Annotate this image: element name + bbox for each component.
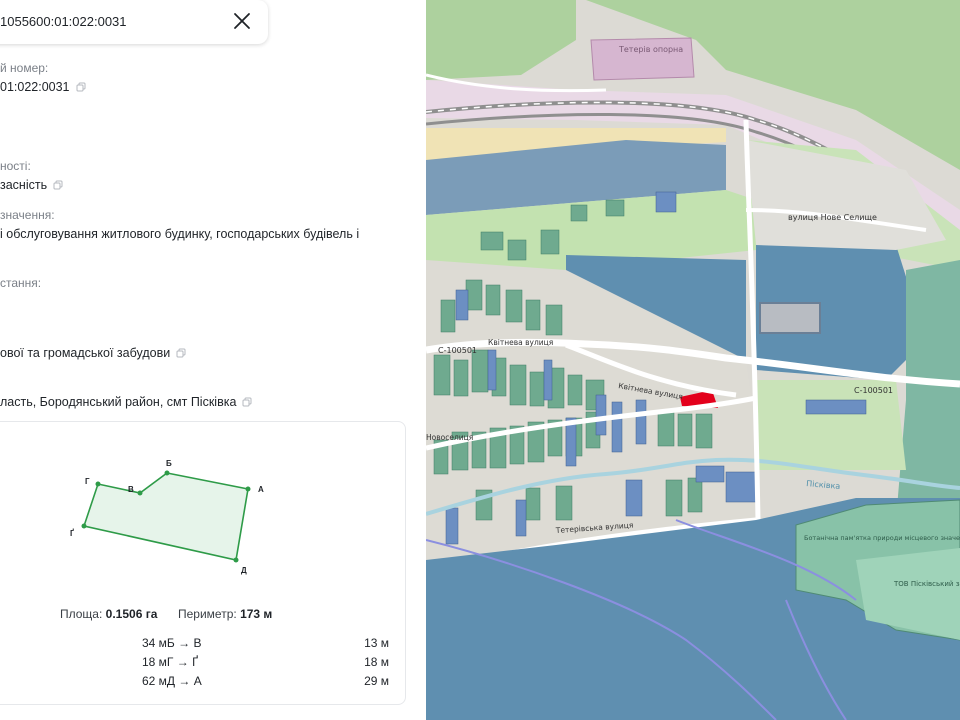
edge-length: 29 м bbox=[364, 674, 389, 688]
parcel-shape-diagram: Б Г В А Ґ Д bbox=[70, 459, 264, 575]
company-label: ТОВ Пісківський завод скла bbox=[893, 580, 960, 588]
area-label: Площа: bbox=[60, 607, 103, 621]
edge-length: 18 м bbox=[364, 655, 389, 669]
street-label: вулиця Нове Селище bbox=[788, 213, 877, 222]
road-code-label: С-100501 bbox=[438, 346, 477, 355]
vertex-label-b: Б bbox=[166, 459, 172, 468]
road-code-label: С-100501 bbox=[854, 386, 893, 395]
vertex-label-gg: Ґ bbox=[70, 529, 74, 538]
church-building bbox=[759, 302, 821, 334]
substation-label: Тетерів опорна bbox=[618, 45, 683, 54]
area-stat: Площа: 0.1506 га bbox=[60, 607, 157, 621]
vertex-label-g: Г bbox=[85, 477, 90, 486]
vertex-label-v: В bbox=[128, 485, 134, 494]
parcel-info-panel: 1055600:01:022:0031 й номер: 01:022:0031… bbox=[0, 0, 426, 720]
street-label: Квітнева вулиця bbox=[488, 338, 553, 347]
map-canvas[interactable]: Тетерів опорна вулиця Нове Селище С-1005… bbox=[426, 0, 960, 720]
vertex-g bbox=[95, 481, 101, 487]
vertex-d bbox=[233, 557, 239, 563]
vertex-v bbox=[137, 490, 143, 496]
edge-description: 34 мБ → В bbox=[142, 636, 202, 650]
vertex-gg bbox=[81, 523, 87, 529]
map-view[interactable]: Тетерів опорна вулиця Нове Селище С-1005… bbox=[426, 0, 960, 720]
vertex-b bbox=[164, 470, 170, 476]
parcel-polygon bbox=[82, 472, 249, 561]
edge-description: 18 мГ → Ґ bbox=[142, 655, 198, 669]
vertex-label-a: А bbox=[258, 485, 264, 494]
perimeter-label: Периметр: bbox=[178, 607, 237, 621]
vertex-a bbox=[245, 486, 251, 492]
perimeter-stat: Периметр: 173 м bbox=[178, 607, 272, 621]
edge-length: 13 м bbox=[364, 636, 389, 650]
area-value: 0.1506 га bbox=[105, 607, 158, 621]
edge-description: 62 мД → А bbox=[142, 674, 202, 688]
street-label: Новоселиця bbox=[426, 433, 473, 442]
reserve-label: Ботанічна пам'ятка природи місцевого зна… bbox=[804, 534, 960, 542]
vertex-label-d: Д bbox=[241, 566, 247, 575]
perimeter-value: 173 м bbox=[240, 607, 273, 621]
